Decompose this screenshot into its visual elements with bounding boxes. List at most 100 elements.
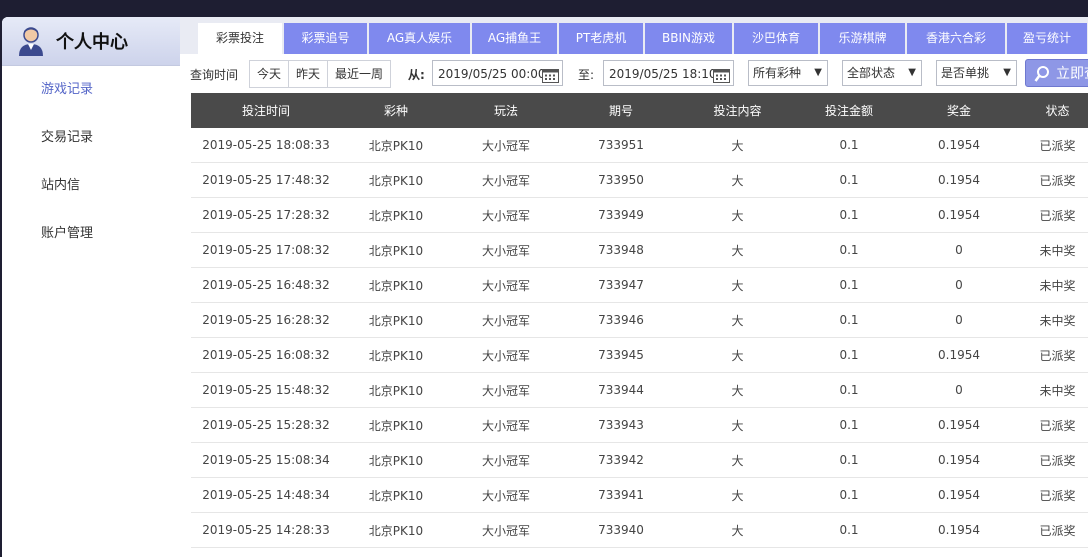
bet-amount-cell: 0.1 bbox=[794, 232, 904, 268]
bet-time-cell: 2019-05-25 15:08:34 bbox=[191, 442, 341, 478]
sidebar-item-account[interactable]: 账户管理 bbox=[2, 210, 180, 258]
prize-cell: 0.1954 bbox=[904, 442, 1014, 478]
tab-bbin-games[interactable]: BBIN游戏 bbox=[645, 23, 732, 54]
status-cell: 已派奖 bbox=[1014, 162, 1088, 198]
table-row: 2019-05-25 16:08:32 北京PK10 大小冠军 733945 大 0.1 0… bbox=[191, 337, 1088, 373]
prize-cell: 0.1954 bbox=[904, 512, 1014, 548]
bet-time-cell: 2019-05-25 17:28:32 bbox=[191, 197, 341, 233]
issue-cell: 733941 bbox=[561, 477, 681, 513]
prize-cell: 0.1954 bbox=[904, 337, 1014, 373]
issue-cell: 733946 bbox=[561, 302, 681, 338]
status-cell: 已派奖 bbox=[1014, 512, 1088, 548]
play-type-cell: 大小冠军 bbox=[451, 128, 561, 163]
sidebar: 个人中心 游戏记录 交易记录 站内信 账户管理 bbox=[2, 17, 181, 557]
lottery-cell: 北京PK10 bbox=[341, 337, 451, 373]
tab-profit-stats[interactable]: 盈亏统计 bbox=[1007, 23, 1087, 54]
prize-cell: 0 bbox=[904, 302, 1014, 338]
lottery-cell: 北京PK10 bbox=[341, 232, 451, 268]
from-date-input[interactable]: 2019/05/25 00:00 bbox=[432, 60, 563, 86]
table-row: 2019-05-25 15:08:34 北京PK10 大小冠军 733942 大 0.1 0… bbox=[191, 442, 1088, 478]
issue-cell: 733951 bbox=[561, 128, 681, 163]
quick-range-group: 今天 昨天 最近一周 bbox=[249, 60, 392, 88]
user-avatar-icon bbox=[16, 25, 46, 57]
bet-amount-cell: 0.1 bbox=[794, 337, 904, 373]
prize-cell: 0.1954 bbox=[904, 128, 1014, 163]
calendar-icon[interactable] bbox=[542, 66, 559, 83]
status-cell: 已派奖 bbox=[1014, 442, 1088, 478]
dropdown-arrow-icon: ▼ bbox=[814, 67, 822, 78]
column-header: 投注内容 bbox=[681, 93, 794, 128]
prize-cell: 0 bbox=[904, 232, 1014, 268]
table-row: 2019-05-25 14:28:33 北京PK10 大小冠军 733940 大 0.1 0… bbox=[191, 512, 1088, 548]
single-select[interactable]: 是否单挑 ▼ bbox=[936, 60, 1017, 86]
play-type-cell: 大小冠军 bbox=[451, 442, 561, 478]
search-button-label: 立即查询 bbox=[1056, 66, 1088, 82]
tab-saba-sports[interactable]: 沙巴体育 bbox=[734, 23, 818, 54]
issue-cell: 733944 bbox=[561, 372, 681, 408]
prize-cell: 0.1954 bbox=[904, 407, 1014, 443]
bet-time-cell: 2019-05-25 18:08:33 bbox=[191, 128, 341, 163]
lottery-cell: 北京PK10 bbox=[341, 372, 451, 408]
sidebar-title: 个人中心 bbox=[56, 32, 128, 53]
bet-amount-cell: 0.1 bbox=[794, 267, 904, 303]
calendar-icon[interactable] bbox=[713, 66, 730, 83]
tab-ag-fishing[interactable]: AG捕鱼王 bbox=[472, 23, 557, 54]
column-header: 投注金额 bbox=[794, 93, 904, 128]
issue-cell: 733948 bbox=[561, 232, 681, 268]
tab-lottery-chase[interactable]: 彩票追号 bbox=[284, 23, 367, 54]
sidebar-item-game-records[interactable]: 游戏记录 bbox=[2, 66, 180, 114]
tab-lottery-bets[interactable]: 彩票投注 bbox=[198, 23, 282, 54]
bet-amount-cell: 0.1 bbox=[794, 197, 904, 233]
table-row: 2019-05-25 17:28:32 北京PK10 大小冠军 733949 大 0.1 0… bbox=[191, 197, 1088, 233]
sidebar-item-transactions[interactable]: 交易记录 bbox=[2, 114, 180, 162]
table-row: 2019-05-25 14:48:34 北京PK10 大小冠军 733941 大 0.1 0… bbox=[191, 477, 1088, 513]
last-week-button[interactable]: 最近一周 bbox=[327, 61, 390, 87]
bet-content-cell: 大 bbox=[681, 162, 794, 198]
status-cell: 未中奖 bbox=[1014, 372, 1088, 408]
tab-leyou-chess[interactable]: 乐游棋牌 bbox=[820, 23, 905, 54]
lottery-type-select[interactable]: 所有彩种 ▼ bbox=[748, 60, 828, 86]
table-row: 2019-05-25 17:08:32 北京PK10 大小冠军 733948 大 0.1 0… bbox=[191, 232, 1088, 268]
status-select[interactable]: 全部状态 ▼ bbox=[842, 60, 922, 86]
search-button[interactable]: 立即查询 bbox=[1025, 59, 1088, 87]
table-body: 2019-05-25 18:08:33 北京PK10 大小冠军 733951 大 0.1 0… bbox=[191, 128, 1088, 548]
prize-cell: 0.1954 bbox=[904, 162, 1014, 198]
play-type-cell: 大小冠军 bbox=[451, 407, 561, 443]
bet-time-cell: 2019-05-25 16:48:32 bbox=[191, 267, 341, 303]
tab-hk-mark-six[interactable]: 香港六合彩 bbox=[907, 23, 1005, 54]
bet-amount-cell: 0.1 bbox=[794, 302, 904, 338]
dropdown-arrow-icon: ▼ bbox=[1003, 67, 1011, 78]
bet-time-cell: 2019-05-25 16:08:32 bbox=[191, 337, 341, 373]
bet-time-cell: 2019-05-25 15:28:32 bbox=[191, 407, 341, 443]
bet-content-cell: 大 bbox=[681, 337, 794, 373]
yesterday-button[interactable]: 昨天 bbox=[288, 61, 327, 87]
column-header: 奖金 bbox=[904, 93, 1014, 128]
filter-bar: 查询时间 今天 昨天 最近一周 从: 2019/05/25 00:00 至: 2… bbox=[180, 55, 1088, 91]
bet-amount-cell: 0.1 bbox=[794, 372, 904, 408]
sidebar-item-messages[interactable]: 站内信 bbox=[2, 162, 180, 210]
issue-cell: 733950 bbox=[561, 162, 681, 198]
sidebar-header: 个人中心 bbox=[2, 17, 180, 66]
records-table: 投注时间 彩种 玩法 期号 投注内容 投注金额 奖金 状态 2019-05-25 18:08:… bbox=[191, 93, 1088, 548]
play-type-cell: 大小冠军 bbox=[451, 337, 561, 373]
from-label: 从: bbox=[408, 68, 425, 82]
bet-content-cell: 大 bbox=[681, 197, 794, 233]
play-type-cell: 大小冠军 bbox=[451, 267, 561, 303]
play-type-cell: 大小冠军 bbox=[451, 477, 561, 513]
today-button[interactable]: 今天 bbox=[250, 61, 288, 87]
column-header: 投注时间 bbox=[191, 93, 341, 128]
status-cell: 已派奖 bbox=[1014, 128, 1088, 163]
tab-pt-slots[interactable]: PT老虎机 bbox=[559, 23, 643, 54]
table-row: 2019-05-25 16:28:32 北京PK10 大小冠军 733946 大 0.1 0… bbox=[191, 302, 1088, 338]
to-label: 至: bbox=[578, 68, 595, 82]
column-header: 彩种 bbox=[341, 93, 451, 128]
lottery-cell: 北京PK10 bbox=[341, 477, 451, 513]
lottery-type-value: 所有彩种 bbox=[753, 66, 802, 80]
bet-time-cell: 2019-05-25 16:28:32 bbox=[191, 302, 341, 338]
play-type-cell: 大小冠军 bbox=[451, 162, 561, 198]
table-row: 2019-05-25 15:28:32 北京PK10 大小冠军 733943 大 0.1 0… bbox=[191, 407, 1088, 443]
to-date-value: 2019/05/25 18:10 bbox=[609, 67, 717, 81]
prize-cell: 0 bbox=[904, 372, 1014, 408]
tab-ag-live[interactable]: AG真人娱乐 bbox=[369, 23, 470, 54]
to-date-input[interactable]: 2019/05/25 18:10 bbox=[603, 60, 734, 86]
